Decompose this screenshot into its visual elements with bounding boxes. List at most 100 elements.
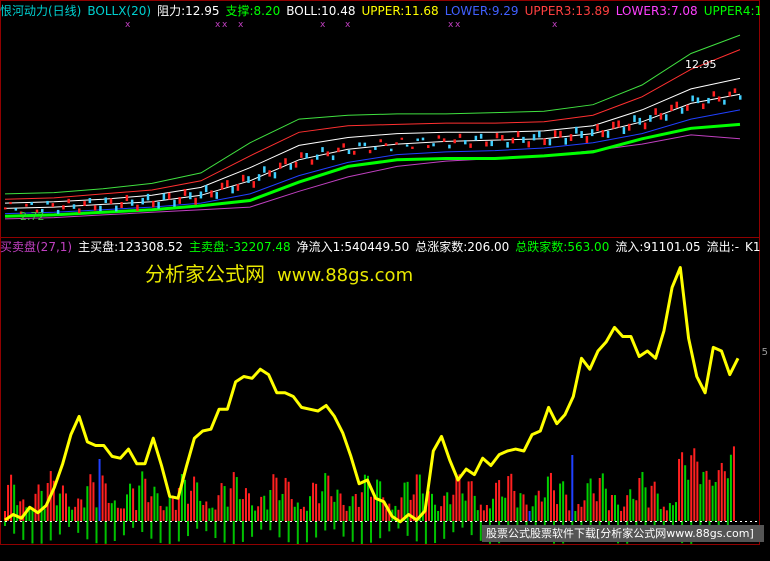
- volume-bar-down: [141, 521, 144, 533]
- volume-bar: [68, 506, 71, 521]
- volume-header-value-3: 净流入1:540449.50: [296, 240, 410, 254]
- volume-bar: [141, 471, 144, 521]
- volume-bar-down: [424, 521, 427, 544]
- candle: [675, 101, 679, 108]
- volume-bar: [488, 508, 491, 521]
- volume-bar: [556, 504, 559, 521]
- volume-bar: [546, 476, 549, 521]
- candle: [326, 151, 330, 157]
- volume-bar: [74, 506, 77, 521]
- volume-bar: [77, 498, 80, 521]
- volume-bar: [107, 502, 110, 521]
- candle: [395, 142, 398, 145]
- candle: [62, 205, 65, 210]
- volume-bar-down: [333, 521, 336, 530]
- candle: [136, 204, 139, 211]
- volume-bar: [214, 509, 217, 521]
- volume-bar: [653, 481, 656, 521]
- volume-bar-down: [13, 521, 16, 534]
- header-value-7: UPPER3:13.89: [524, 4, 610, 18]
- candle: [30, 201, 33, 205]
- candle: [527, 141, 530, 148]
- volume-bar: [693, 448, 696, 521]
- volume-bar: [284, 477, 287, 521]
- volume-bar: [373, 497, 376, 521]
- volume-bar: [504, 497, 507, 521]
- candle: [717, 96, 721, 102]
- header-value-6: LOWER:9.29: [444, 4, 519, 18]
- volume-bar: [153, 486, 156, 521]
- volume-bar: [632, 498, 635, 521]
- volume-bar-down: [104, 521, 107, 544]
- header-value-0: 恨河动力(日线): [0, 4, 82, 18]
- price-line-UPPER4: [4, 34, 741, 195]
- watermark-url: www.88gs.com: [277, 265, 414, 286]
- footer-ad[interactable]: 股票公式股票软件下载[分析家公式网www.88gs.com]: [482, 525, 764, 542]
- candle: [453, 139, 456, 144]
- signal-mark: x: [222, 20, 228, 30]
- volume-bar: [574, 510, 577, 521]
- volume-bar: [162, 510, 165, 521]
- candle: [606, 130, 610, 138]
- volume-bar: [568, 510, 571, 521]
- candle: [120, 202, 123, 208]
- candle: [511, 137, 515, 144]
- volume-bar: [595, 501, 598, 521]
- candle: [305, 153, 308, 159]
- volume-bar: [644, 487, 647, 521]
- candle: [543, 138, 546, 146]
- volume-bar-down: [342, 521, 345, 537]
- candle: [416, 138, 419, 142]
- candle: [310, 159, 314, 165]
- volume-bar: [202, 505, 205, 521]
- candle: [538, 131, 541, 138]
- volume-bar: [620, 510, 623, 521]
- volume-bar: [89, 474, 92, 521]
- candle: [617, 120, 620, 128]
- volume-bar: [580, 506, 583, 521]
- signal-mark: x: [215, 20, 221, 30]
- candle: [125, 194, 129, 202]
- volume-bar-down: [113, 521, 116, 541]
- volume-bar: [43, 508, 46, 521]
- volume-bar-down: [159, 521, 162, 543]
- header-value-9: UPPER4:15.0: [703, 4, 760, 18]
- volume-bar: [687, 479, 690, 521]
- candle: [680, 107, 684, 114]
- volume-bar: [723, 471, 726, 521]
- volume-bar: [40, 490, 43, 521]
- volume-bar: [421, 493, 424, 521]
- candle: [189, 192, 192, 200]
- candle: [284, 158, 287, 165]
- candle: [99, 205, 102, 212]
- candle: [501, 135, 504, 141]
- candle: [712, 91, 716, 97]
- volume-bar: [272, 474, 275, 521]
- volume-bar: [565, 494, 568, 521]
- volume-bar: [159, 505, 162, 521]
- volume-bar-down: [296, 521, 299, 544]
- volume-bar-down: [260, 521, 263, 530]
- candle: [442, 138, 446, 142]
- volume-bar: [623, 506, 626, 521]
- candle: [448, 144, 451, 149]
- volume-bar: [248, 493, 250, 521]
- volume-bar: [318, 503, 321, 521]
- candle: [51, 203, 55, 207]
- volume-bar: [220, 483, 223, 521]
- candle: [421, 137, 425, 141]
- candle: [384, 143, 388, 146]
- candle: [627, 123, 631, 131]
- candle: [654, 108, 657, 115]
- candle: [411, 146, 414, 149]
- candle: [146, 193, 150, 201]
- candle: [427, 145, 430, 149]
- candle: [152, 200, 155, 208]
- candle: [643, 122, 647, 130]
- volume-bar: [711, 485, 714, 521]
- volume-bar: [95, 507, 98, 521]
- volume-bar: [61, 485, 64, 521]
- volume-bar-down: [241, 521, 244, 542]
- volume-bar: [122, 508, 125, 521]
- candle: [56, 209, 60, 214]
